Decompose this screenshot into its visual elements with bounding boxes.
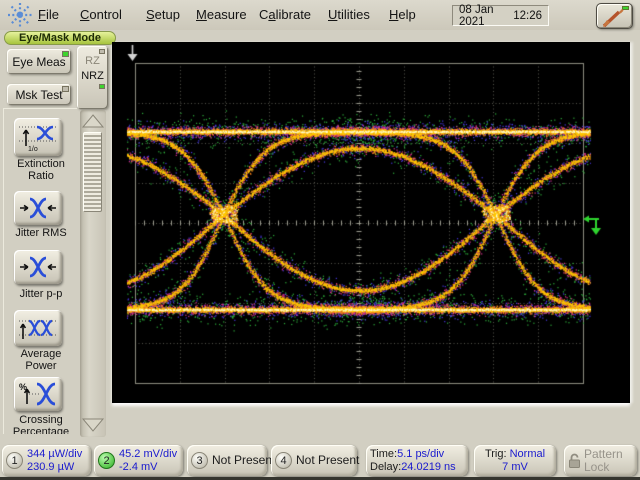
svg-text:1/o: 1/o bbox=[28, 146, 38, 152]
trig-label: Trig: bbox=[484, 447, 507, 460]
mode-label: Eye/Mask Mode bbox=[4, 31, 116, 45]
time-value: 5.1 ps/div bbox=[397, 447, 445, 460]
rz-label: RZ bbox=[85, 55, 100, 67]
channel-3-badge: 3 bbox=[191, 452, 208, 469]
pattern-lock-line1: Pattern bbox=[584, 446, 623, 461]
ch2-scale: 45.2 mV/div bbox=[119, 447, 178, 460]
extinction-ratio-icon: 1/o bbox=[19, 125, 57, 152]
jitter-pp-button[interactable] bbox=[14, 250, 62, 284]
scroll-up-icon[interactable] bbox=[80, 112, 106, 130]
tool-label: Crossing bbox=[19, 414, 63, 426]
ch4-status: Not Present bbox=[296, 453, 360, 467]
ch3-status: Not Present bbox=[212, 453, 276, 467]
eye-canvas bbox=[112, 42, 630, 403]
msk-test-led bbox=[62, 86, 69, 92]
menu-bar: File Control Setup Measure Calibrate Uti… bbox=[0, 0, 640, 30]
sidebar-scrollbar[interactable] bbox=[80, 110, 106, 437]
touch-hand-icon bbox=[602, 9, 624, 28]
lock-icon bbox=[569, 453, 580, 468]
tool-label: Power bbox=[25, 360, 57, 372]
waveform-display bbox=[112, 42, 630, 403]
pattern-lock-line2: Lock bbox=[584, 459, 610, 474]
eye-meas-label: Eye Meas bbox=[12, 54, 66, 69]
menu-calibrate[interactable]: Calibrate bbox=[259, 7, 311, 22]
nrz-led bbox=[99, 84, 105, 89]
crossing-percentage-button[interactable]: % bbox=[14, 377, 62, 411]
channel-4-button[interactable]: 4 Not Present bbox=[271, 445, 360, 476]
menu-file[interactable]: File bbox=[38, 7, 59, 22]
menu-setup[interactable]: Setup bbox=[146, 7, 180, 22]
scroll-down-icon[interactable] bbox=[80, 416, 106, 434]
time-label: Time: bbox=[370, 447, 398, 460]
channel-2-button[interactable]: 2 45.2 mV/div -2.4 mV bbox=[94, 445, 183, 476]
average-power-icon bbox=[19, 319, 57, 339]
jitter-rms-button[interactable] bbox=[14, 191, 62, 225]
channel-1-button[interactable]: 1 344 µW/div 230.9 µW bbox=[2, 445, 91, 476]
nrz-label: NRZ bbox=[81, 70, 104, 82]
timebase-button[interactable]: Time:5.1 ps/div Delay:24.0219 ns bbox=[366, 445, 468, 476]
trig-mode: Normal bbox=[509, 447, 546, 460]
ch1-offset: 230.9 µW bbox=[27, 460, 75, 473]
eye-meas-button[interactable]: Eye Meas bbox=[7, 49, 71, 74]
channel-1-badge: 1 bbox=[6, 452, 23, 469]
msk-test-label: Msk Test bbox=[15, 87, 63, 102]
eye-meas-led bbox=[62, 51, 69, 57]
delay-value: 24.0219 ns bbox=[401, 460, 456, 473]
channel-2-badge: 2 bbox=[98, 452, 115, 469]
touchscreen-button[interactable] bbox=[596, 3, 633, 29]
average-power-button[interactable] bbox=[14, 310, 62, 346]
tool-label: Extinction bbox=[17, 158, 65, 170]
trigger-button[interactable]: Trig: Normal 7 mV bbox=[474, 445, 556, 476]
ch1-scale: 344 µW/div bbox=[27, 447, 83, 460]
tool-label: Jitter RMS bbox=[15, 227, 67, 239]
ch2-offset: -2.4 mV bbox=[119, 460, 158, 473]
menu-help[interactable]: Help bbox=[389, 7, 416, 22]
datetime-display: 08 Jan 2021 12:26 bbox=[452, 3, 549, 28]
time-text: 12:26 bbox=[513, 9, 542, 22]
crossing-percentage-icon: % bbox=[19, 382, 56, 406]
tool-label: Jitter p-p bbox=[19, 288, 63, 300]
tool-label: Ratio bbox=[28, 170, 54, 182]
delay-label: Delay: bbox=[370, 460, 402, 473]
jitter-rms-icon bbox=[20, 197, 56, 219]
tool-label: Average bbox=[20, 348, 62, 360]
menu-control[interactable]: Control bbox=[80, 7, 122, 22]
scrollbar-thumb[interactable] bbox=[83, 132, 102, 212]
rz-led bbox=[99, 49, 105, 54]
trig-level: 7 mV bbox=[502, 460, 528, 473]
channel-3-button[interactable]: 3 Not Present bbox=[187, 445, 275, 476]
channel-4-badge: 4 bbox=[275, 452, 292, 469]
tool-label: Percentage bbox=[12, 426, 70, 434]
extinction-ratio-button[interactable]: 1/o bbox=[14, 118, 62, 156]
menu-measure[interactable]: Measure bbox=[196, 7, 247, 22]
date-text: 08 Jan 2021 bbox=[459, 3, 494, 28]
jitter-pp-icon bbox=[20, 256, 56, 278]
agilent-logo-icon bbox=[8, 3, 32, 27]
msk-test-button[interactable]: Msk Test bbox=[7, 84, 71, 105]
measure-tool-panel: 1/o Extinction Ratio Jitter RMS Jitter p… bbox=[3, 108, 77, 434]
rz-nrz-toggle[interactable]: RZ NRZ bbox=[77, 46, 108, 109]
menu-utilities[interactable]: Utilities bbox=[328, 7, 370, 22]
pattern-lock-button[interactable]: Pattern Lock bbox=[564, 445, 637, 476]
